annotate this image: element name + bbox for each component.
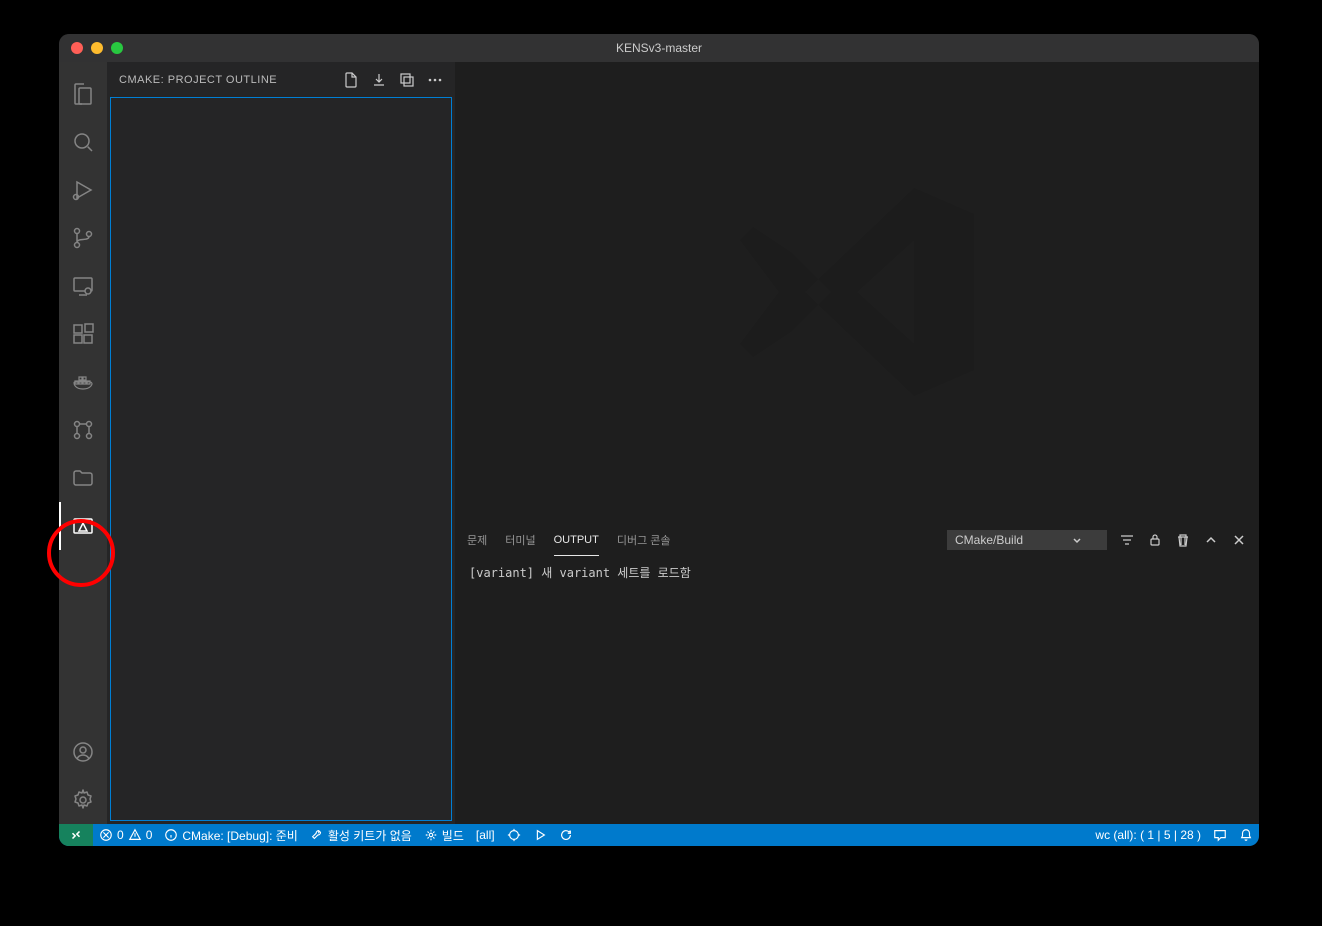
output-channel-select[interactable]: CMake/Build (947, 530, 1107, 550)
vscode-watermark-icon (727, 162, 987, 422)
lock-icon[interactable] (1147, 532, 1163, 548)
activitybar (59, 62, 107, 824)
error-icon (99, 828, 113, 842)
source-control-icon[interactable] (59, 214, 107, 262)
filter-icon[interactable] (1119, 532, 1135, 548)
search-icon[interactable] (59, 118, 107, 166)
terminal-tab[interactable]: 터미널 (505, 528, 535, 552)
maximize-panel-icon[interactable] (1203, 532, 1219, 548)
statusbar: 0 0 CMake: [Debug]: 준비 활성 키트가 없음 빌드 [all… (59, 824, 1259, 846)
gear-icon (424, 828, 438, 842)
cmake-icon[interactable] (59, 502, 107, 550)
build-status[interactable]: 빌드 (418, 824, 470, 846)
git-graph-icon[interactable] (59, 406, 107, 454)
close-panel-icon[interactable] (1231, 532, 1247, 548)
explorer-icon[interactable] (59, 70, 107, 118)
settings-gear-icon[interactable] (59, 776, 107, 824)
chevron-down-icon (1071, 534, 1083, 546)
more-icon[interactable] (427, 72, 443, 88)
output-line: [variant] 새 variant 세트를 로드함 (469, 564, 1245, 581)
save-icon[interactable] (371, 72, 387, 88)
main-area: 문제 터미널 OUTPUT 디버그 콘솔 CMake/Build (455, 62, 1259, 824)
bottom-panel: 문제 터미널 OUTPUT 디버그 콘솔 CMake/Build (455, 522, 1259, 824)
window-body: CMAKE: PROJECT OUTLINE 문제 터미널 OUTPUT (59, 62, 1259, 824)
sidebar-content[interactable] (110, 97, 452, 821)
problems-tab[interactable]: 문제 (467, 528, 487, 552)
wrench-icon (310, 828, 324, 842)
debug-console-tab[interactable]: 디버그 콘솔 (617, 528, 671, 552)
vscode-window: KENSv3-master (59, 34, 1259, 846)
info-icon (164, 828, 178, 842)
new-file-icon[interactable] (343, 72, 359, 88)
titlebar: KENSv3-master (59, 34, 1259, 62)
sidebar-header: CMAKE: PROJECT OUTLINE (107, 62, 455, 97)
sidebar-title: CMAKE: PROJECT OUTLINE (119, 74, 343, 86)
output-tab[interactable]: OUTPUT (554, 530, 599, 550)
window-title: KENSv3-master (616, 41, 702, 55)
kit-status[interactable]: 활성 키트가 없음 (304, 824, 418, 846)
editor-area (455, 62, 1259, 522)
sidebar: CMAKE: PROJECT OUTLINE (107, 62, 455, 824)
remote-indicator[interactable] (59, 824, 93, 846)
debug-launch-icon[interactable] (501, 824, 527, 846)
panel-tabs: 문제 터미널 OUTPUT 디버그 콘솔 CMake/Build (455, 523, 1259, 558)
bell-icon[interactable] (1233, 824, 1259, 846)
docker-icon[interactable] (59, 358, 107, 406)
run-debug-icon[interactable] (59, 166, 107, 214)
run-icon[interactable] (527, 824, 553, 846)
maximize-button[interactable] (111, 42, 123, 54)
sidebar-actions (343, 72, 443, 88)
traffic-lights (59, 42, 123, 54)
problems-status[interactable]: 0 0 (93, 824, 158, 846)
close-button[interactable] (71, 42, 83, 54)
project-manager-icon[interactable] (59, 454, 107, 502)
wc-status[interactable]: wc (all): ( 1 | 5 | 28 ) (1089, 824, 1207, 846)
feedback-icon[interactable] (1207, 824, 1233, 846)
collapse-icon[interactable] (399, 72, 415, 88)
remote-explorer-icon[interactable] (59, 262, 107, 310)
output-content[interactable]: [variant] 새 variant 세트를 로드함 (455, 558, 1259, 824)
cmake-status[interactable]: CMake: [Debug]: 준비 (158, 824, 303, 846)
refresh-icon[interactable] (553, 824, 579, 846)
accounts-icon[interactable] (59, 728, 107, 776)
warning-icon (128, 828, 142, 842)
target-status[interactable]: [all] (470, 824, 501, 846)
minimize-button[interactable] (91, 42, 103, 54)
extensions-icon[interactable] (59, 310, 107, 358)
clear-icon[interactable] (1175, 532, 1191, 548)
